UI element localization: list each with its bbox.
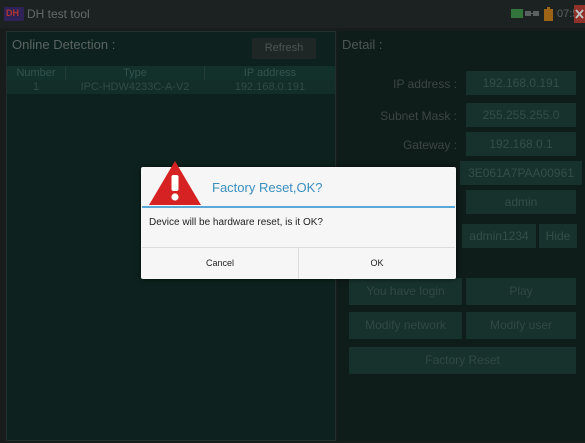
warning-icon	[149, 161, 201, 205]
dialog-title: Factory Reset,OK?	[212, 180, 323, 195]
ok-button[interactable]: OK	[299, 248, 455, 279]
dialog-message: Device will be hardware reset, is it OK?	[149, 217, 323, 228]
cancel-button[interactable]: Cancel	[142, 248, 298, 279]
dialog-divider	[142, 206, 455, 208]
